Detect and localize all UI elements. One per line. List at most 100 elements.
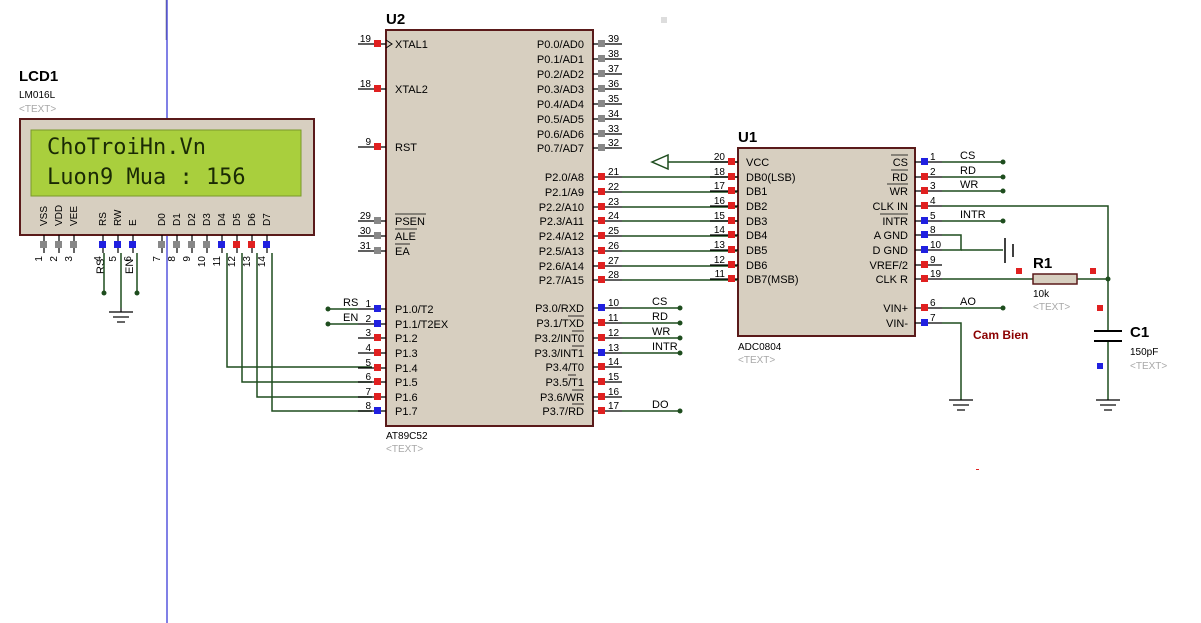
adc-pin-marker[interactable]: [728, 202, 735, 209]
mcu-pin-marker[interactable]: [598, 247, 605, 254]
lcd-pin-marker[interactable]: [233, 241, 240, 248]
mcu-pin-name: P2.1/A9: [545, 187, 584, 199]
net-label: RD: [652, 311, 668, 323]
lcd-pin-marker[interactable]: [263, 241, 270, 248]
mcu-pin-marker[interactable]: [374, 85, 381, 92]
lcd-pin-marker[interactable]: [158, 241, 165, 248]
mcu-pin-marker[interactable]: [374, 378, 381, 385]
mcu-pin-marker[interactable]: [598, 217, 605, 224]
mcu-pin-marker[interactable]: [598, 319, 605, 326]
mcu-pin-marker[interactable]: [374, 407, 381, 414]
lcd-pin-marker[interactable]: [248, 241, 255, 248]
mcu-pin-marker[interactable]: [598, 100, 605, 107]
lcd-pin-marker[interactable]: [40, 241, 47, 248]
mcu-pin-number: 13: [608, 343, 620, 354]
mcu-pin-marker[interactable]: [598, 173, 605, 180]
mcu-pin-marker[interactable]: [598, 188, 605, 195]
mcu-pin-marker[interactable]: [598, 276, 605, 283]
mcu-pin-marker[interactable]: [598, 203, 605, 210]
mcu-pin-marker[interactable]: [598, 70, 605, 77]
mcu-pin-number: 39: [608, 34, 620, 45]
adc-pin-marker[interactable]: [921, 319, 928, 326]
mcu-pin-marker[interactable]: [598, 144, 605, 151]
adc-pin-marker[interactable]: [921, 304, 928, 311]
adc-pin-marker[interactable]: [728, 187, 735, 194]
adc-pin-marker[interactable]: [728, 246, 735, 253]
lcd-pin-number: 7: [152, 256, 163, 262]
adc-pin-marker[interactable]: [728, 275, 735, 282]
adc-pin-name: CLK IN: [873, 201, 909, 213]
mcu-pin-marker[interactable]: [598, 85, 605, 92]
mcu-pin-marker[interactable]: [374, 247, 381, 254]
mcu-pin-marker[interactable]: [374, 393, 381, 400]
adc-pin-marker[interactable]: [921, 246, 928, 253]
adc-placeholder: <TEXT>: [738, 355, 775, 366]
lcd-pin-marker[interactable]: [114, 241, 121, 248]
schematic-canvas[interactable]: LCD1 LM016L <TEXT> ChoTroiHn.Vn Luon9 Mu…: [0, 0, 1201, 623]
mcu-component[interactable]: U2 AT89C52 <TEXT> 19 XTAL118 XTAL29 RST29 PS…: [325, 11, 739, 455]
mcu-pin-marker[interactable]: [598, 334, 605, 341]
lcd-pin-marker[interactable]: [188, 241, 195, 248]
adc-pin-marker[interactable]: [921, 202, 928, 209]
adc-pin-number: 12: [714, 255, 726, 266]
mcu-pin-marker[interactable]: [598, 55, 605, 62]
adc-pin-marker[interactable]: [921, 158, 928, 165]
adc-pin-marker[interactable]: [728, 217, 735, 224]
lcd-pin-marker[interactable]: [99, 241, 106, 248]
mcu-pin-marker[interactable]: [598, 393, 605, 400]
mcu-pin-marker[interactable]: [374, 217, 381, 224]
adc-pin-marker[interactable]: [921, 217, 928, 224]
adc-pin-marker[interactable]: [728, 261, 735, 268]
lcd-pin-number: 11: [212, 256, 223, 267]
net-end-dot: [1000, 188, 1006, 194]
adc-pin-marker[interactable]: [921, 187, 928, 194]
mcu-pin-marker[interactable]: [374, 349, 381, 356]
lcd-pin-number: 2: [49, 256, 60, 262]
mcu-pin-marker[interactable]: [374, 232, 381, 239]
mcu-pin-marker[interactable]: [374, 364, 381, 371]
mcu-pin-name: RST: [395, 142, 417, 154]
adc-pin-marker[interactable]: [728, 173, 735, 180]
adc-pin-name: DB2: [746, 201, 767, 213]
mcu-pin-marker[interactable]: [374, 40, 381, 47]
adc-pin-number: 11: [715, 269, 726, 280]
mcu-pin-marker[interactable]: [598, 349, 605, 356]
lcd-pin-marker[interactable]: [218, 241, 225, 248]
mcu-pin-marker[interactable]: [374, 320, 381, 327]
adc-pin-marker[interactable]: [921, 261, 928, 268]
mcu-pin-marker[interactable]: [374, 334, 381, 341]
adc-pin-number: 6: [930, 298, 936, 309]
lcd-pin-marker[interactable]: [203, 241, 210, 248]
adc-pin-marker[interactable]: [728, 158, 735, 165]
net-end-dot: [677, 335, 683, 341]
lcd-line-1: ChoTroiHn.Vn: [47, 135, 206, 160]
mcu-pin-marker[interactable]: [598, 363, 605, 370]
mcu-pin-marker[interactable]: [598, 378, 605, 385]
adc-pin-marker[interactable]: [921, 275, 928, 282]
adc-pin-number: 20: [714, 152, 726, 163]
r1-body: [1032, 273, 1078, 285]
mcu-pin-marker[interactable]: [598, 130, 605, 137]
lcd-pin-name: D5: [232, 213, 243, 226]
mcu-pin-marker[interactable]: [374, 305, 381, 312]
capacitor-c1[interactable]: C1 150pF <TEXT>: [1094, 324, 1167, 372]
c1-ref: C1: [1130, 324, 1149, 341]
lcd-pin-marker[interactable]: [55, 241, 62, 248]
adc-pin-marker[interactable]: [728, 231, 735, 238]
lcd-pin-marker[interactable]: [129, 241, 136, 248]
adc-pin-marker[interactable]: [921, 231, 928, 238]
mcu-pin-marker[interactable]: [598, 115, 605, 122]
lcd-pin-name: VSS: [39, 206, 50, 226]
mcu-pin-number: 26: [608, 241, 620, 252]
mcu-pin-marker[interactable]: [598, 232, 605, 239]
mcu-pin-marker[interactable]: [598, 262, 605, 269]
adc-pin-name: DB1: [746, 186, 767, 198]
lcd-pin-marker[interactable]: [70, 241, 77, 248]
mcu-pin-marker[interactable]: [598, 407, 605, 414]
mcu-pin-marker[interactable]: [598, 40, 605, 47]
adc-pin-marker[interactable]: [921, 173, 928, 180]
lcd-pin-marker[interactable]: [173, 241, 180, 248]
resistor-r1[interactable]: R1 10k <TEXT>: [1032, 255, 1078, 313]
mcu-pin-marker[interactable]: [374, 143, 381, 150]
mcu-pin-marker[interactable]: [598, 304, 605, 311]
